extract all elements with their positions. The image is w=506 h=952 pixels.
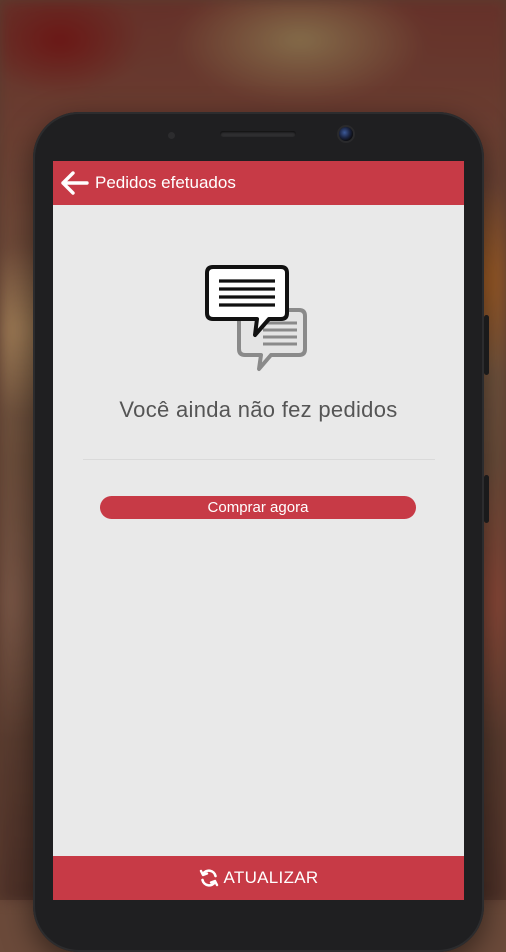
app-bar: Pedidos efetuados (53, 161, 464, 205)
chat-bubbles-icon (205, 265, 307, 371)
back-button[interactable] (57, 161, 93, 205)
phone-side-button (484, 475, 489, 523)
divider (83, 459, 435, 460)
phone-speaker (220, 131, 296, 137)
empty-state-message: Você ainda não fez pedidos (119, 397, 398, 422)
app-screen: Pedidos efetuados Você ainda não fez ped… (53, 161, 464, 900)
phone-sensor (168, 132, 175, 139)
refresh-label: ATUALIZAR (223, 868, 319, 887)
refresh-button[interactable]: ATUALIZAR (53, 856, 464, 900)
refresh-icon (199, 868, 219, 888)
page-title: Pedidos efetuados (95, 173, 236, 192)
buy-now-button[interactable]: Comprar agora (100, 496, 416, 519)
phone-side-button (484, 315, 489, 375)
phone-camera (339, 127, 353, 141)
arrow-left-icon (61, 171, 89, 195)
